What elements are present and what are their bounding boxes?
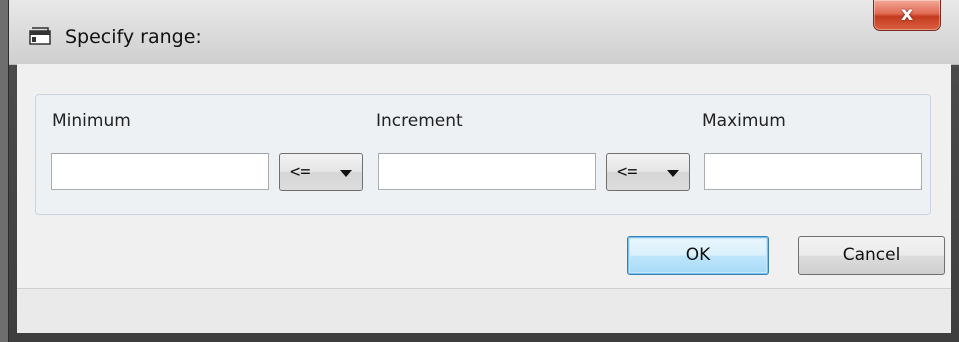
increment-input[interactable] (378, 153, 596, 190)
maximum-input[interactable] (704, 153, 922, 190)
maximum-label: Maximum (702, 111, 786, 131)
app-window-icon (29, 27, 51, 45)
dialog-body: Minimum Increment Maximum <= <= OK Cance… (17, 64, 951, 288)
specify-range-dialog: Specify range: x Minimum Increment Maxim… (8, 0, 959, 342)
window-title: Specify range: (65, 26, 202, 48)
range-group: Minimum Increment Maximum <= <= (35, 94, 931, 215)
minimum-label: Minimum (52, 111, 131, 131)
dropdown-arrow-icon (340, 170, 352, 177)
left-operator-select[interactable]: <= (279, 153, 363, 191)
ok-button[interactable]: OK (627, 236, 769, 275)
right-operator-select[interactable]: <= (606, 153, 690, 191)
increment-label: Increment (376, 111, 463, 131)
cancel-button[interactable]: Cancel (798, 236, 945, 275)
dropdown-arrow-icon (667, 170, 679, 177)
right-operator-value: <= (617, 162, 638, 182)
left-operator-value: <= (290, 162, 311, 182)
close-button[interactable]: x (873, 0, 941, 31)
minimum-input[interactable] (51, 153, 269, 190)
title-bar[interactable]: Specify range: x (9, 0, 959, 65)
close-icon: x (900, 3, 914, 25)
status-bar (17, 288, 951, 333)
